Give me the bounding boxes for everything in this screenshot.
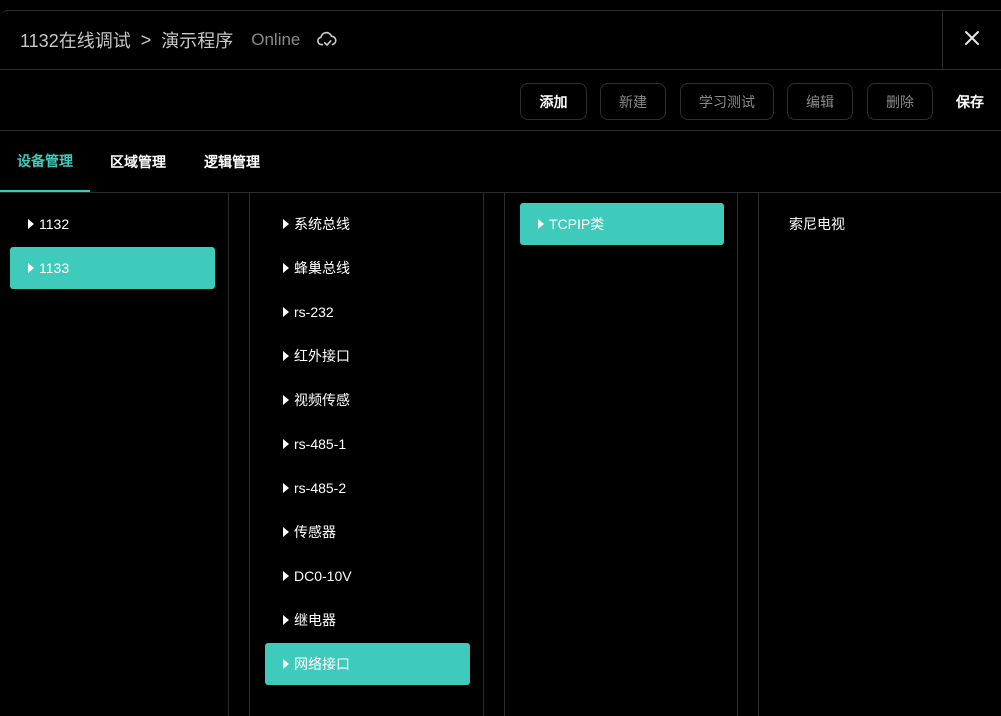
interface-item[interactable]: rs-485-2 bbox=[265, 467, 470, 509]
caret-right-icon bbox=[283, 483, 289, 493]
list-item-label: 视频传感 bbox=[294, 392, 350, 408]
list-item-label: 1133 bbox=[39, 260, 70, 276]
interface-item[interactable]: rs-485-1 bbox=[265, 423, 470, 465]
list-item-label: 1132 bbox=[39, 216, 70, 232]
new-button[interactable]: 新建 bbox=[600, 83, 666, 120]
caret-right-icon bbox=[283, 615, 289, 625]
breadcrumb: 1132在线调试 > 演示程序 Online bbox=[20, 11, 338, 69]
caret-right-icon bbox=[283, 571, 289, 581]
category-item-tcpip[interactable]: TCPIP类 bbox=[520, 203, 724, 245]
column-divider bbox=[228, 193, 229, 716]
interface-item[interactable]: rs-232 bbox=[265, 291, 470, 333]
caret-right-icon bbox=[283, 263, 289, 273]
list-item-label: 系统总线 bbox=[294, 216, 350, 232]
tab-bar: 设备管理 区域管理 逻辑管理 bbox=[0, 131, 1001, 193]
column-divider bbox=[483, 193, 484, 716]
interface-item[interactable]: DC0-10V bbox=[265, 555, 470, 597]
breadcrumb-current: 演示程序 bbox=[161, 31, 234, 51]
delete-button[interactable]: 删除 bbox=[867, 83, 933, 120]
device-list: 索尼电视 bbox=[759, 193, 1001, 716]
category-list: TCPIP类 bbox=[505, 193, 737, 716]
tab-logic-management[interactable]: 逻辑管理 bbox=[204, 131, 260, 192]
tab-area-management[interactable]: 区域管理 bbox=[110, 131, 166, 192]
toolbar: 添加 新建 学习测试 编辑 删除 保存 bbox=[0, 71, 1001, 131]
interface-item[interactable]: 蜂巢总线 bbox=[265, 247, 470, 289]
caret-right-icon bbox=[28, 263, 34, 273]
caret-right-icon bbox=[283, 659, 289, 669]
add-button[interactable]: 添加 bbox=[520, 83, 587, 120]
list-item-label: 传感器 bbox=[294, 524, 336, 540]
interface-list: 系统总线 蜂巢总线 rs-232 红外接口 视频传感 rs-485-1 rs-4… bbox=[250, 193, 483, 716]
save-button[interactable]: 保存 bbox=[948, 83, 992, 120]
list-item-label: 红外接口 bbox=[294, 348, 350, 364]
list-item-label: 继电器 bbox=[294, 612, 336, 628]
interface-item[interactable]: 红外接口 bbox=[265, 335, 470, 377]
close-button[interactable] bbox=[942, 11, 1001, 69]
caret-right-icon bbox=[283, 351, 289, 361]
caret-right-icon bbox=[538, 219, 544, 229]
caret-right-icon bbox=[283, 527, 289, 537]
host-list: 1132 1133 bbox=[0, 193, 228, 716]
list-item-label: rs-485-1 bbox=[294, 436, 347, 452]
caret-right-icon bbox=[283, 307, 289, 317]
caret-right-icon bbox=[283, 219, 289, 229]
list-item-label: TCPIP类 bbox=[549, 216, 605, 232]
host-item-1133[interactable]: 1133 bbox=[10, 247, 215, 289]
list-item-label: DC0-10V bbox=[294, 568, 352, 584]
interface-item[interactable]: 继电器 bbox=[265, 599, 470, 641]
title-bar: 1132在线调试 > 演示程序 Online bbox=[0, 10, 1001, 70]
column-divider bbox=[737, 193, 738, 716]
interface-item[interactable]: 传感器 bbox=[265, 511, 470, 553]
connection-status: Online bbox=[251, 30, 301, 49]
interface-item-network[interactable]: 网络接口 bbox=[265, 643, 470, 685]
device-item[interactable]: 索尼电视 bbox=[771, 203, 976, 245]
host-item-1132[interactable]: 1132 bbox=[10, 203, 215, 245]
list-item-label: 蜂巢总线 bbox=[294, 260, 350, 276]
list-item-label: rs-485-2 bbox=[294, 480, 347, 496]
caret-right-icon bbox=[283, 395, 289, 405]
edit-button[interactable]: 编辑 bbox=[787, 83, 853, 120]
list-item-label: rs-232 bbox=[294, 304, 334, 320]
caret-right-icon bbox=[283, 439, 289, 449]
cloud-sync-icon[interactable] bbox=[316, 29, 338, 51]
list-item-label: 网络接口 bbox=[294, 656, 350, 672]
interface-item[interactable]: 视频传感 bbox=[265, 379, 470, 421]
close-icon bbox=[964, 30, 980, 51]
learn-test-button[interactable]: 学习测试 bbox=[680, 83, 774, 120]
tab-device-management[interactable]: 设备管理 bbox=[0, 131, 90, 192]
list-item-label: 索尼电视 bbox=[789, 216, 845, 232]
interface-item[interactable]: 系统总线 bbox=[265, 203, 470, 245]
breadcrumb-root[interactable]: 1132在线调试 bbox=[20, 27, 131, 53]
breadcrumb-separator: > bbox=[140, 29, 152, 50]
caret-right-icon bbox=[28, 219, 34, 229]
